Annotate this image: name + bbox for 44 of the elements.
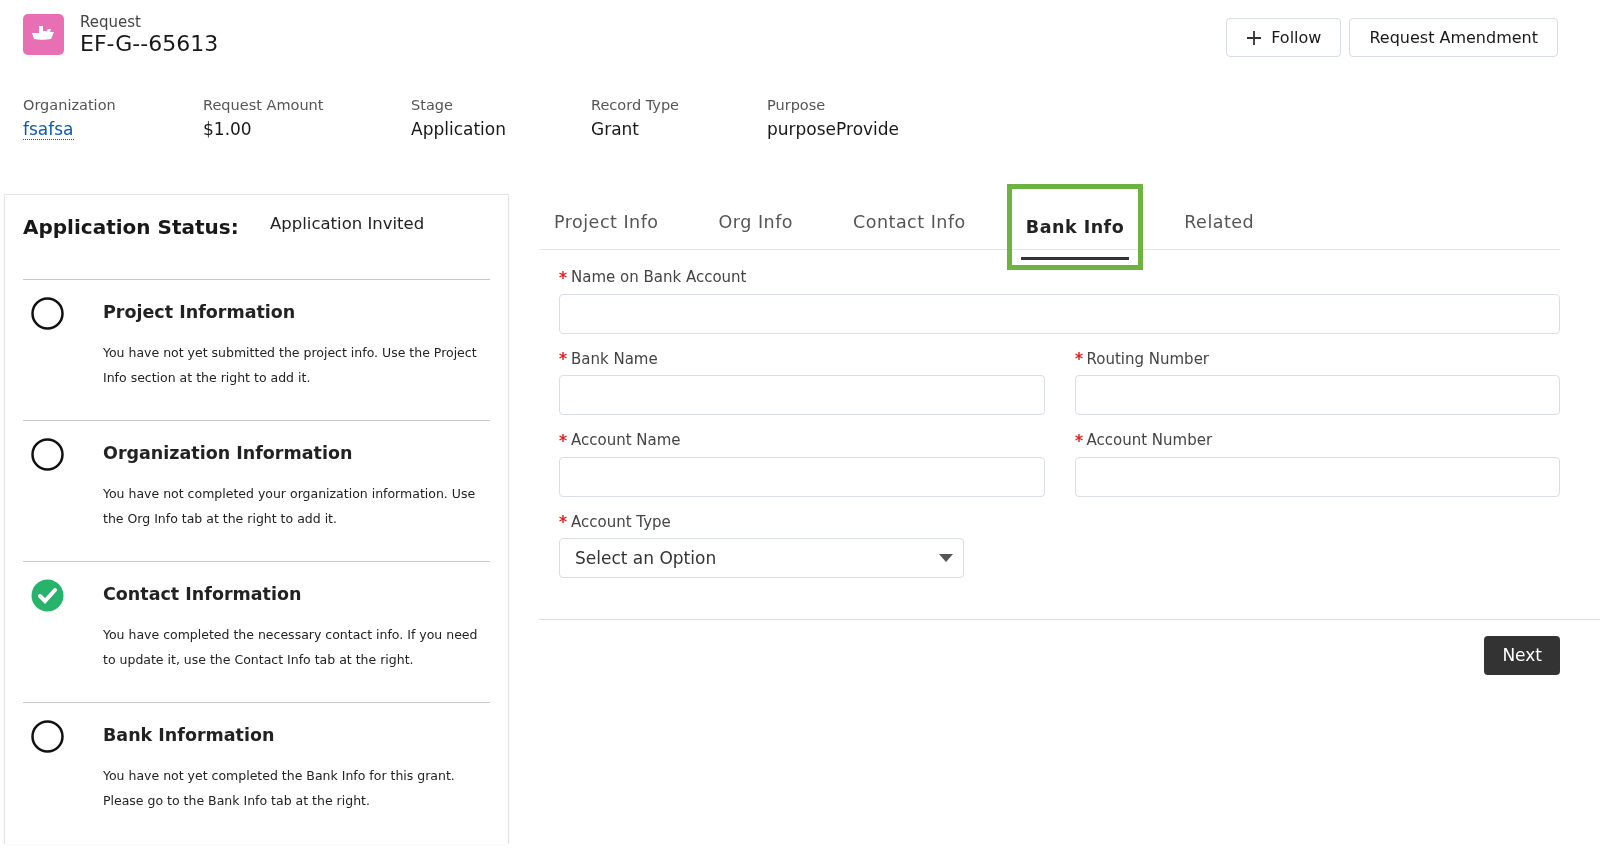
step-title: Bank Information bbox=[103, 724, 276, 748]
field-label: Name on Bank Account bbox=[571, 267, 747, 289]
step-description: You have completed the necessary contact info. If you need to update it, use the Contact Info tab at the right. bbox=[103, 625, 479, 669]
field-label: Organization bbox=[23, 96, 117, 115]
tab[interactable]: Project Info bbox=[539, 194, 674, 251]
step-title: Contact Information bbox=[103, 583, 303, 607]
field-value: $1.00 bbox=[203, 117, 253, 141]
object-type-label: Request bbox=[80, 14, 142, 31]
status-value: Application Invited bbox=[270, 213, 425, 236]
field-label: Purpose bbox=[767, 96, 827, 115]
step-title: Project Information bbox=[103, 301, 297, 325]
step-description: You have not completed your organization information. Use the Org Info tab at the right to add it. bbox=[103, 484, 477, 528]
field-label: Record Type bbox=[591, 96, 680, 115]
step-description: You have not yet submitted the project info. Use the Project Info section at the right to add it. bbox=[103, 343, 478, 387]
request-app-icon bbox=[23, 14, 64, 55]
tab[interactable]: Contact Info bbox=[838, 194, 981, 251]
text-input-field[interactable] bbox=[1074, 375, 1560, 416]
text-input-field[interactable] bbox=[1074, 456, 1560, 497]
step-description: You have not yet completed the Bank Info for this grant. Please go to the Bank Info tab at the right. bbox=[103, 766, 456, 810]
organization-link[interactable]: fsafsa bbox=[23, 118, 74, 140]
follow-button[interactable]: Follow bbox=[1226, 18, 1342, 57]
record-title: EF-G--65613 bbox=[80, 30, 219, 57]
tab[interactable]: Related bbox=[1169, 194, 1270, 251]
select-dropdown[interactable]: Select an Option bbox=[559, 538, 964, 579]
field-value: Grant bbox=[591, 117, 641, 141]
field-value: Application bbox=[411, 117, 507, 141]
field-label: Account Type bbox=[571, 511, 671, 533]
tab[interactable]: Org Info bbox=[703, 194, 808, 251]
field-label: Account Number bbox=[1086, 430, 1213, 452]
field-label: Account Name bbox=[571, 430, 681, 452]
field-value: purposeProvide bbox=[767, 117, 901, 141]
action-button[interactable]: Request Amendment bbox=[1349, 18, 1558, 57]
field-label: Request Amount bbox=[203, 96, 325, 115]
field-label: Stage bbox=[411, 96, 454, 115]
plus-icon bbox=[1246, 29, 1263, 46]
text-input-field[interactable] bbox=[559, 293, 1560, 334]
status-heading: Application Status: bbox=[23, 214, 240, 242]
next-button[interactable]: Next bbox=[1484, 636, 1560, 676]
field-label: Routing Number bbox=[1086, 348, 1210, 370]
step-title: Organization Information bbox=[103, 442, 354, 466]
text-input-field[interactable] bbox=[559, 456, 1045, 497]
caret-icon bbox=[939, 554, 953, 563]
field-label: Bank Name bbox=[571, 348, 658, 370]
text-input-field[interactable] bbox=[559, 375, 1045, 416]
